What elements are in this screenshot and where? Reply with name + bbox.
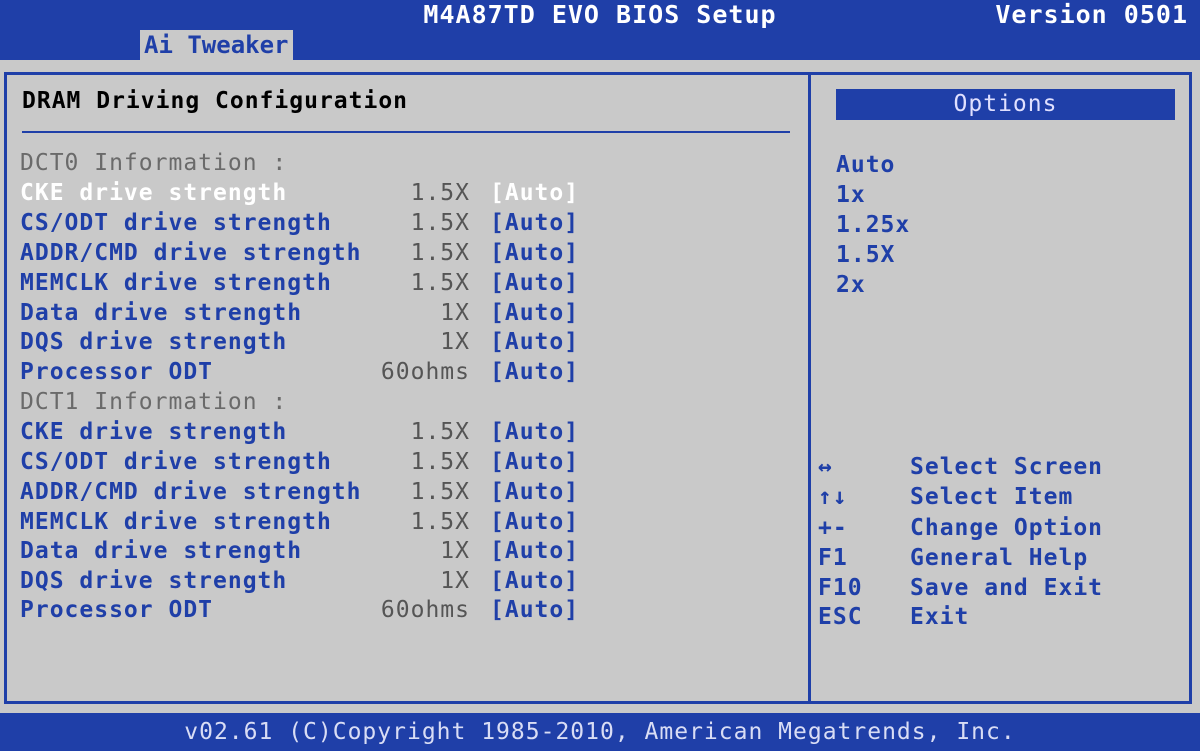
help-key: F10 xyxy=(818,575,863,601)
tab-ai-tweaker[interactable]: Ai Tweaker xyxy=(140,30,293,60)
bios-version: Version 0501 xyxy=(995,0,1188,29)
dct1-processor-odt[interactable]: Processor ODT 60ohms [Auto] xyxy=(20,595,580,625)
dct0-memclk-drive-strength[interactable]: MEMCLK drive strength 1.5X [Auto] xyxy=(20,268,580,298)
current-value: 1.5X xyxy=(410,180,470,206)
setting-label: Data drive strength xyxy=(20,300,303,326)
current-value: 1.5X xyxy=(410,479,470,505)
setting-label: Processor ODT xyxy=(20,359,214,385)
help-description: Select Screen xyxy=(910,454,1104,480)
dct1-header-label: DCT1 Information : xyxy=(20,389,288,415)
help-save-exit: F10 Save and Exit xyxy=(818,573,1188,603)
setting-label: Processor ODT xyxy=(20,597,214,623)
panel-divider xyxy=(808,72,811,704)
page-title: DRAM Driving Configuration xyxy=(22,88,409,114)
setting-label: CS/ODT drive strength xyxy=(20,210,332,236)
option-item[interactable]: 1.5X xyxy=(836,240,895,270)
setting-value[interactable]: [Auto] xyxy=(490,298,579,328)
title-bar: M4A87TD EVO BIOS Setup Version 0501 xyxy=(0,0,1200,30)
setting-label: ADDR/CMD drive strength xyxy=(20,240,362,266)
setting-label: MEMCLK drive strength xyxy=(20,270,332,296)
setting-label: CKE drive strength xyxy=(20,419,288,445)
help-exit: ESC Exit xyxy=(818,602,1188,632)
setting-label: DQS drive strength xyxy=(20,329,288,355)
dct1-header: DCT1 Information : xyxy=(20,387,580,417)
option-item[interactable]: 1.25x xyxy=(836,210,910,240)
setting-value[interactable]: [Auto] xyxy=(490,417,579,447)
plus-minus-icon: +- xyxy=(818,515,848,541)
setting-value[interactable]: [Auto] xyxy=(490,208,579,238)
help-key: ESC xyxy=(818,604,863,630)
copyright-footer: v02.61 (C)Copyright 1985-2010, American … xyxy=(0,713,1200,751)
section-rule xyxy=(22,131,790,133)
dct0-header: DCT0 Information : xyxy=(20,148,580,178)
setting-label: ADDR/CMD drive strength xyxy=(20,479,362,505)
help-description: Change Option xyxy=(910,515,1104,541)
help-key: F1 xyxy=(818,545,848,571)
setting-value[interactable]: [Auto] xyxy=(490,327,579,357)
setting-value[interactable]: [Auto] xyxy=(490,357,579,387)
setting-value[interactable]: [Auto] xyxy=(490,447,579,477)
dct0-addr-cmd-drive-strength[interactable]: ADDR/CMD drive strength 1.5X [Auto] xyxy=(20,238,580,268)
setting-label: DQS drive strength xyxy=(20,568,288,594)
current-value: 60ohms xyxy=(380,359,470,385)
help-description: Select Item xyxy=(910,484,1074,510)
current-value: 1.5X xyxy=(410,419,470,445)
help-change-option: +- Change Option xyxy=(818,513,1188,543)
option-item[interactable]: 2x xyxy=(836,270,866,300)
dct0-cke-drive-strength[interactable]: CKE drive strength 1.5X [Auto] xyxy=(20,178,580,208)
dct0-processor-odt[interactable]: Processor ODT 60ohms [Auto] xyxy=(20,357,580,387)
current-value: 1X xyxy=(440,538,470,564)
help-description: General Help xyxy=(910,545,1089,571)
setting-value[interactable]: [Auto] xyxy=(490,507,579,537)
current-value: 1.5X xyxy=(410,509,470,535)
dct0-data-drive-strength[interactable]: Data drive strength 1X [Auto] xyxy=(20,298,580,328)
menu-bar: Ai Tweaker xyxy=(0,30,1200,60)
dct0-dqs-drive-strength[interactable]: DQS drive strength 1X [Auto] xyxy=(20,327,580,357)
setting-value[interactable]: [Auto] xyxy=(490,238,579,268)
setting-label: Data drive strength xyxy=(20,538,303,564)
current-value: 1X xyxy=(440,300,470,326)
help-description: Exit xyxy=(910,604,970,630)
current-value: 1.5X xyxy=(410,240,470,266)
dct1-data-drive-strength[interactable]: Data drive strength 1X [Auto] xyxy=(20,536,580,566)
help-select-screen: ↔ Select Screen xyxy=(818,452,1188,482)
setting-value[interactable]: [Auto] xyxy=(490,566,579,596)
setting-value[interactable]: [Auto] xyxy=(490,595,579,625)
current-value: 1X xyxy=(440,568,470,594)
setting-label: CS/ODT drive strength xyxy=(20,449,332,475)
help-description: Save and Exit xyxy=(910,575,1104,601)
dct1-dqs-drive-strength[interactable]: DQS drive strength 1X [Auto] xyxy=(20,566,580,596)
help-general-help: F1 General Help xyxy=(818,543,1188,573)
current-value: 1.5X xyxy=(410,449,470,475)
dct1-memclk-drive-strength[interactable]: MEMCLK drive strength 1.5X [Auto] xyxy=(20,507,580,537)
current-value: 1X xyxy=(440,329,470,355)
option-item[interactable]: 1x xyxy=(836,180,866,210)
left-right-arrow-icon: ↔ xyxy=(818,454,833,480)
setting-value[interactable]: [Auto] xyxy=(490,178,579,208)
setting-label: MEMCLK drive strength xyxy=(20,509,332,535)
dct0-header-label: DCT0 Information : xyxy=(20,150,288,176)
current-value: 1.5X xyxy=(410,210,470,236)
option-item[interactable]: Auto xyxy=(836,150,895,180)
up-down-arrow-icon: ↑↓ xyxy=(818,484,848,510)
setting-value[interactable]: [Auto] xyxy=(490,268,579,298)
dct1-addr-cmd-drive-strength[interactable]: ADDR/CMD drive strength 1.5X [Auto] xyxy=(20,477,580,507)
options-header: Options xyxy=(836,89,1175,120)
dct1-cke-drive-strength[interactable]: CKE drive strength 1.5X [Auto] xyxy=(20,417,580,447)
current-value: 60ohms xyxy=(380,597,470,623)
dct0-cs-odt-drive-strength[interactable]: CS/ODT drive strength 1.5X [Auto] xyxy=(20,208,580,238)
current-value: 1.5X xyxy=(410,270,470,296)
setting-value[interactable]: [Auto] xyxy=(490,536,579,566)
help-select-item: ↑↓ Select Item xyxy=(818,482,1188,512)
setting-label: CKE drive strength xyxy=(20,180,288,206)
dct1-cs-odt-drive-strength[interactable]: CS/ODT drive strength 1.5X [Auto] xyxy=(20,447,580,477)
setting-value[interactable]: [Auto] xyxy=(490,477,579,507)
